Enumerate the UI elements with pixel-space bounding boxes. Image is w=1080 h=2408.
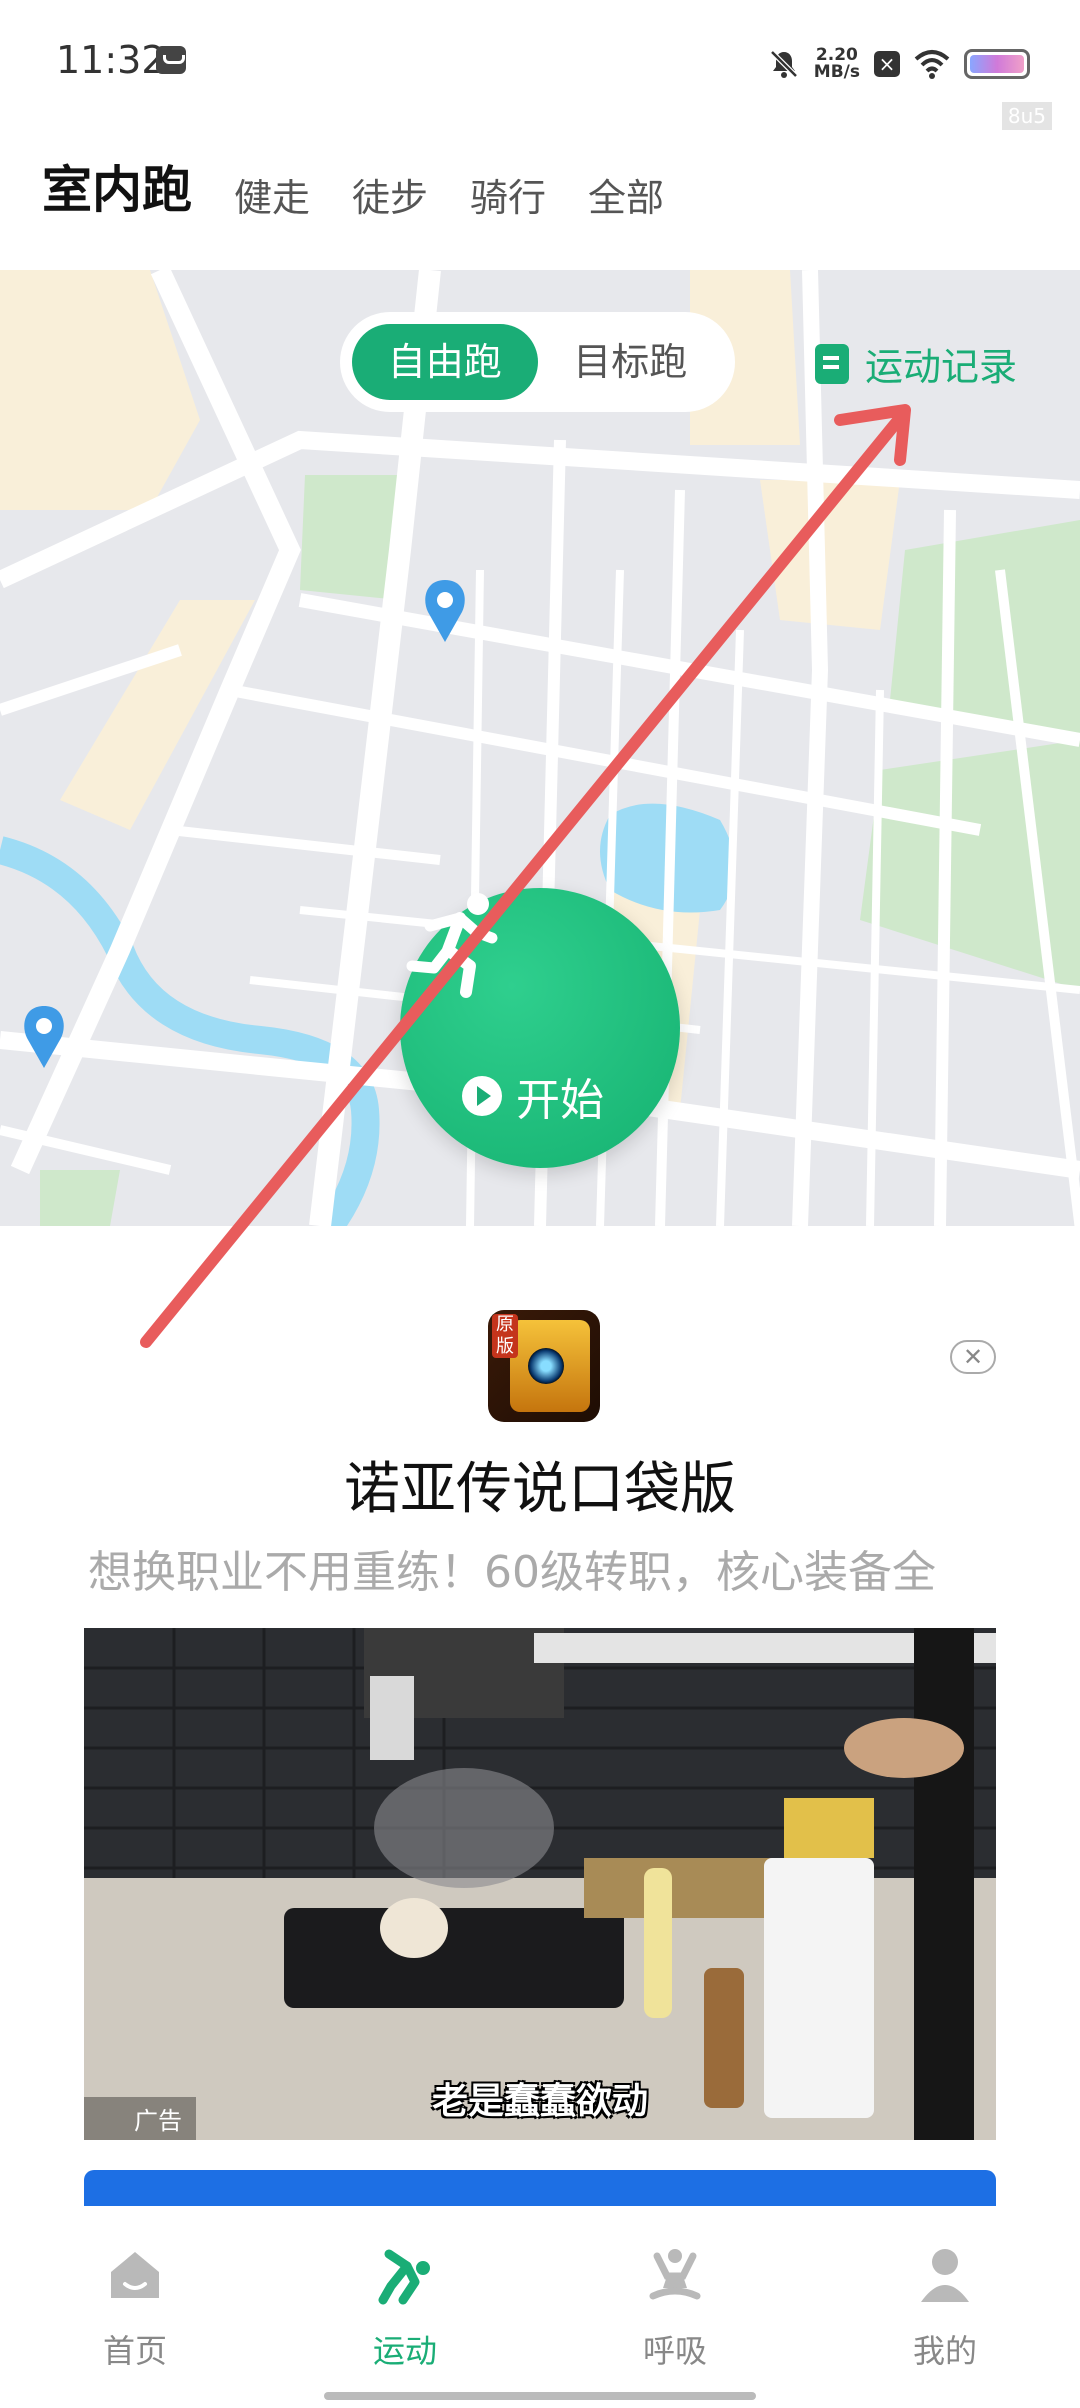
- target-run-button[interactable]: 目标跑: [538, 324, 724, 400]
- ad-cta-button[interactable]: [84, 2170, 996, 2206]
- workout-records-label: 运动记录: [865, 345, 1018, 389]
- workout-records-link[interactable]: 运动记录: [815, 336, 1017, 391]
- nav-home-label: 首页: [102, 2332, 167, 2370]
- nav-home[interactable]: 首页: [0, 2206, 270, 2408]
- profile-icon: [921, 2249, 969, 2302]
- wifi-icon: [914, 50, 950, 79]
- battery-icon: [964, 49, 1030, 79]
- ad-video-caption: 老是蠢蠢欲动: [431, 2081, 648, 2122]
- tab-cycling[interactable]: 骑行: [470, 167, 546, 222]
- runner-icon: [406, 893, 498, 998]
- nav-profile-label: 我的: [912, 2332, 977, 2370]
- ad-description: 想换职业不用重练！60级转职，核心装备全: [88, 1547, 936, 1598]
- ad-label: 广告: [84, 2097, 196, 2140]
- nav-workout-label: 运动: [372, 2332, 437, 2370]
- nav-breathe[interactable]: 呼吸: [540, 2206, 810, 2408]
- breathe-icon: [649, 2249, 701, 2300]
- ad-video-frame: [84, 1628, 996, 2140]
- tab-hike[interactable]: 徒步: [352, 167, 428, 222]
- network-speed: 2.20 MB/s: [814, 47, 860, 81]
- no-sim-icon: ×: [874, 51, 900, 77]
- record-document-icon: [815, 343, 849, 384]
- network-speed-unit: MB/s: [813, 62, 860, 82]
- tab-all[interactable]: 全部: [588, 167, 664, 222]
- nav-profile[interactable]: 我的: [810, 2206, 1080, 2408]
- status-bar: 11:32 2.20 MB/s × 8u5: [0, 0, 1080, 130]
- free-run-button[interactable]: 自由跑: [352, 324, 538, 400]
- nav-breathe-label: 呼吸: [642, 2332, 707, 2370]
- game-app-icon: 原版: [488, 1310, 600, 1422]
- start-run-button[interactable]: 开始: [400, 888, 680, 1168]
- home-icon: [111, 2252, 159, 2298]
- device-tag: 8u5: [1001, 102, 1052, 130]
- tab-walk[interactable]: 健走: [234, 167, 310, 222]
- start-label-row: 开始: [462, 1064, 604, 1128]
- ad-title: 诺亚传说口袋版: [344, 1457, 736, 1522]
- app-original-badge: 原版: [492, 1314, 518, 1358]
- ad-card[interactable]: ✕ 原版 诺亚传说口袋版 想换职业不用重练！60级转职，核心装备全 老是蠢蠢欲动…: [0, 1226, 1080, 2206]
- mute-bell-icon: [770, 50, 798, 78]
- map-view[interactable]: 自由跑 目标跑 运动记录 开始: [0, 270, 1080, 1226]
- tab-indoor-run[interactable]: 室内跑: [38, 150, 196, 226]
- play-icon: [462, 1076, 502, 1116]
- bottom-navigation: 首页 运动 呼吸 我的: [0, 2206, 1080, 2408]
- map-pin-icon: [24, 1006, 64, 1068]
- status-icons: 2.20 MB/s ×: [768, 40, 1030, 88]
- ad-close-button[interactable]: ✕: [950, 1340, 996, 1374]
- status-time: 11:32: [56, 38, 166, 82]
- message-notification-icon: [156, 46, 186, 74]
- nav-workout[interactable]: 运动: [270, 2206, 540, 2408]
- ad-video[interactable]: 老是蠢蠢欲动 广告: [84, 1628, 996, 2140]
- start-label: 开始: [516, 1075, 604, 1126]
- home-indicator[interactable]: [324, 2392, 756, 2400]
- activity-type-tabs: 室内跑 健走 徒步 骑行 全部: [38, 150, 664, 226]
- workout-icon: [378, 2249, 430, 2305]
- run-mode-toggle: 自由跑 目标跑: [340, 312, 735, 412]
